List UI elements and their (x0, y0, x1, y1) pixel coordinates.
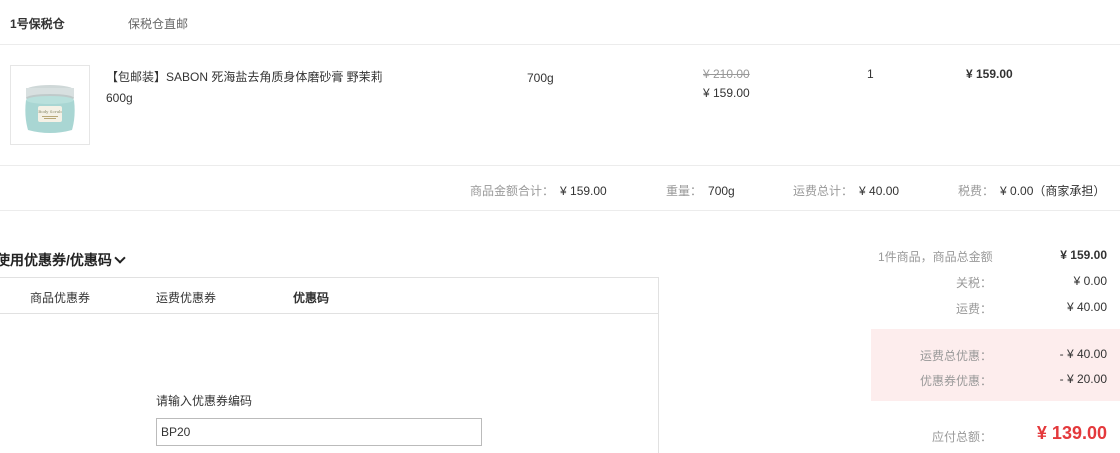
coupon-discount-label: 优惠券优惠： (920, 374, 993, 388)
coupon-discount-value: - ¥ 20.00 (1059, 372, 1107, 386)
tax: 税费： ¥ 0.00（商家承担） (958, 184, 1106, 198)
goods-amount: ¥ 159.00 (1060, 248, 1107, 262)
order-summary: 商品金额合计： ¥ 159.00 重量： 700g 运费总计： ¥ 40.00 税费：… (0, 166, 1120, 211)
svg-text:Body Scrub: Body Scrub (38, 109, 62, 114)
warehouse-name: 1号保税仓 (10, 17, 65, 31)
weight: 重量： 700g (666, 184, 735, 198)
freight-discount-value: - ¥ 40.00 (1059, 347, 1107, 361)
chevron-down-icon (114, 252, 126, 264)
warehouse-header: 1号保税仓 保税仓直邮 (0, 0, 1120, 45)
freight-label: 运费： (956, 302, 993, 316)
coupon-code-label: 请输入优惠券编码 (156, 394, 253, 408)
freight-value: ¥ 40.00 (1066, 300, 1107, 314)
freight-discount-label: 运费总优惠： (920, 349, 993, 363)
tab-coupon-code[interactable]: 优惠码 (293, 289, 329, 306)
duty-value: ¥ 0.00 (1073, 274, 1107, 288)
coupon-panel: 商品优惠券 运费优惠券 优惠码 请输入优惠券编码 (0, 277, 659, 453)
shipping-type: 保税仓直邮 (128, 17, 189, 31)
pay-label: 应付总额： (932, 430, 993, 444)
jar-icon: Body Scrub (25, 85, 75, 133)
product-image[interactable]: Body Scrub (10, 65, 90, 145)
goods-total: 商品金额合计： ¥ 159.00 (470, 184, 607, 198)
product-spec: 700g (527, 71, 554, 85)
tab-goods-coupon[interactable]: 商品优惠券 (30, 289, 90, 306)
pay-amount: ¥ 139.00 (1036, 423, 1107, 443)
product-row: Body Scrub 【包邮装】SABON 死海盐去角质身体磨砂膏 野茉莉 60… (0, 45, 1120, 166)
order-totals: 1件商品，商品总金额 ¥ 159.00 关税： ¥ 0.00 运费： ¥ 40.… (860, 240, 1120, 453)
product-name[interactable]: 【包邮装】SABON 死海盐去角质身体磨砂膏 野茉莉 600g (106, 67, 406, 109)
coupon-code-input[interactable] (156, 418, 482, 446)
coupon-toggle[interactable]: 使用优惠券/优惠码 (0, 250, 126, 270)
current-price: ¥ 159.00 (703, 86, 750, 100)
tab-freight-coupon[interactable]: 运费优惠券 (156, 289, 216, 306)
discount-highlight (871, 329, 1120, 401)
original-price: ¥ 210.00 (703, 67, 750, 81)
duty-label: 关税： (956, 276, 993, 290)
row-subtotal: ¥ 159.00 (966, 67, 1013, 81)
coupon-tabs: 商品优惠券 运费优惠券 优惠码 (0, 278, 658, 314)
goods-amount-label: 1件商品，商品总金额 (878, 250, 993, 264)
freight-total: 运费总计： ¥ 40.00 (793, 184, 900, 198)
quantity: 1 (867, 67, 874, 81)
